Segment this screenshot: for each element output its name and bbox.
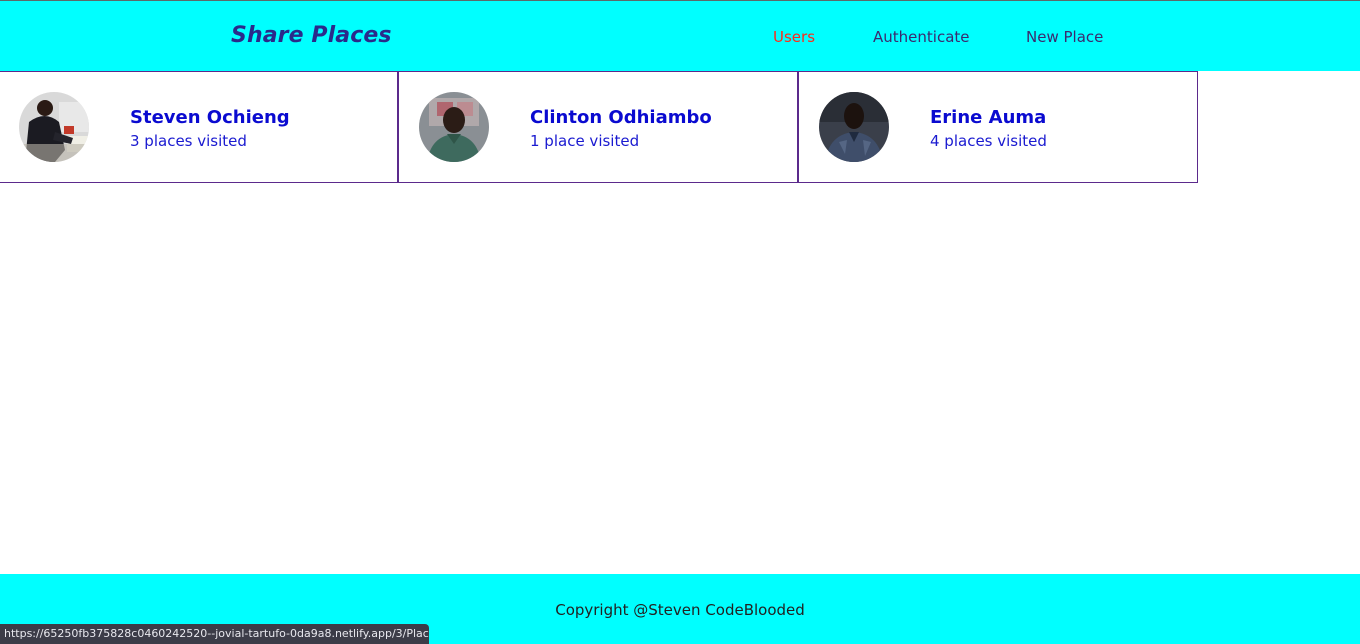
page: Share Places Users Authenticate New Plac… xyxy=(0,0,1360,644)
main-nav: Users Authenticate New Place xyxy=(0,28,1360,50)
user-avatar-icon xyxy=(19,92,89,162)
status-bar-url: https://65250fb375828c0460242520--jovial… xyxy=(0,624,429,644)
user-list: Steven Ochieng 3 places visited Clinton … xyxy=(0,71,1198,183)
user-card[interactable]: Erine Auma 4 places visited xyxy=(798,71,1198,183)
user-name: Steven Ochieng xyxy=(130,107,290,128)
nav-link-authenticate[interactable]: Authenticate xyxy=(873,28,970,46)
main-header: Share Places Users Authenticate New Plac… xyxy=(0,0,1360,71)
user-card[interactable]: Steven Ochieng 3 places visited xyxy=(0,71,398,183)
user-name: Clinton Odhiambo xyxy=(530,107,712,128)
user-card[interactable]: Clinton Odhiambo 1 place visited xyxy=(398,71,798,183)
nav-link-new-place[interactable]: New Place xyxy=(1026,28,1103,46)
user-places-count: 4 places visited xyxy=(930,132,1047,150)
user-places-count: 1 place visited xyxy=(530,132,640,150)
user-avatar-icon xyxy=(419,92,489,162)
user-name: Erine Auma xyxy=(930,107,1047,128)
user-avatar-icon xyxy=(819,92,889,162)
nav-link-users[interactable]: Users xyxy=(773,28,815,46)
copyright-text: Copyright @Steven CodeBlooded xyxy=(555,601,805,619)
user-places-count: 3 places visited xyxy=(130,132,247,150)
